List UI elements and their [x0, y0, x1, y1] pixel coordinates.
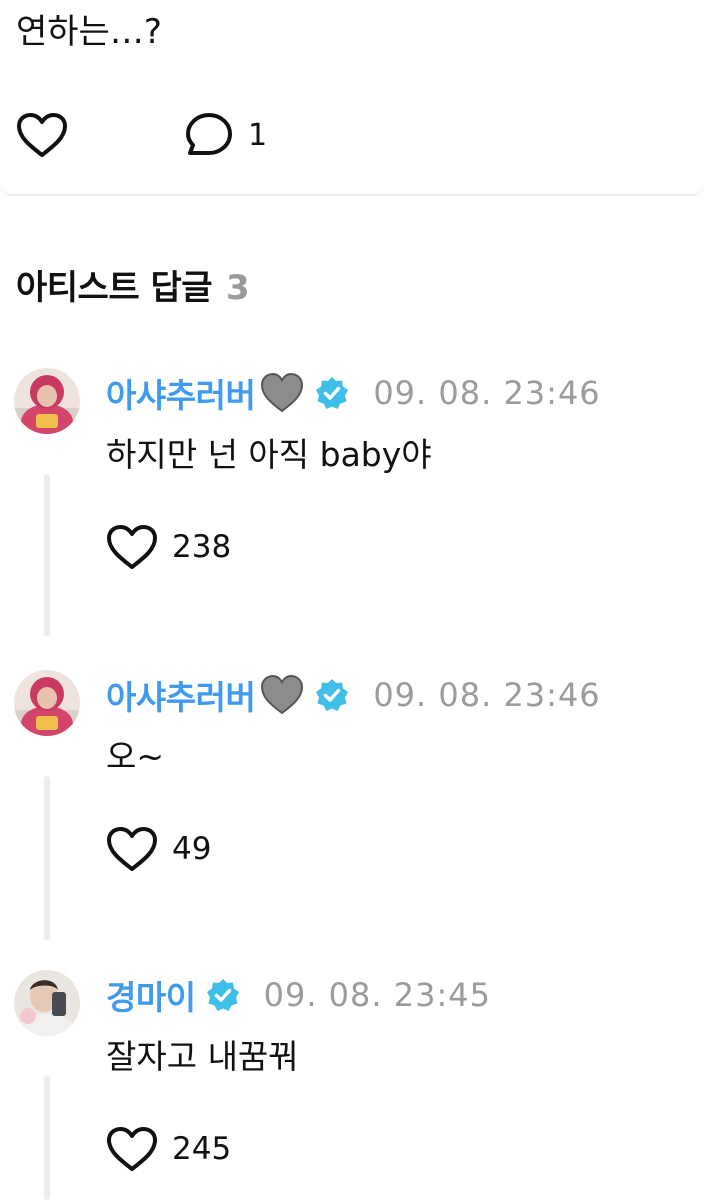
comment-bubble-icon [186, 113, 232, 155]
post-card: 연하는…? 1 [0, 0, 704, 196]
author-name[interactable]: 아샤추러버 [106, 369, 256, 417]
comment-like-button[interactable]: 238 [106, 520, 231, 574]
avatar-image [14, 970, 80, 1036]
avatar[interactable] [14, 670, 80, 736]
post-comment-count: 1 [248, 117, 268, 153]
thread-line [44, 1076, 50, 1200]
comment-like-button[interactable]: 245 [106, 1122, 231, 1176]
comment-timestamp: 09. 08. 23:46 [373, 374, 601, 412]
grey-heart-icon [261, 372, 304, 413]
verified-badge-icon [316, 377, 349, 409]
author-name[interactable]: 아샤추러버 [106, 671, 256, 719]
like-count: 245 [172, 1131, 232, 1167]
post-text: 연하는…? [16, 12, 162, 52]
post-like-button[interactable] [16, 110, 68, 160]
comment-body: 오~ [106, 737, 165, 776]
heart-icon [107, 1127, 157, 1171]
page: 연하는…? 1 아티스트 답글 3 아샤추러버 09. 08. 23:46 하지… [0, 0, 704, 1200]
artist-replies-header: 아티스트 답글 3 [16, 260, 250, 309]
author-name[interactable]: 경마이 [106, 971, 196, 1019]
avatar-image [14, 670, 80, 736]
thread-line [44, 474, 50, 636]
post-comment-button[interactable]: 1 [184, 108, 267, 162]
comment-header: 아샤추러버 09. 08. 23:46 [106, 368, 601, 418]
section-title: 아티스트 답글 [16, 268, 213, 308]
comment-body: 하지만 넌 아직 baby야 [106, 435, 432, 474]
verified-badge-icon [316, 679, 349, 711]
comment-header: 경마이 09. 08. 23:45 [106, 970, 491, 1020]
like-count: 238 [172, 529, 232, 565]
comment-timestamp: 09. 08. 23:46 [373, 676, 601, 714]
section-count: 3 [226, 268, 250, 308]
verified-badge-icon [206, 979, 239, 1011]
comment-timestamp: 09. 08. 23:45 [263, 976, 491, 1014]
comment-header: 아샤추러버 09. 08. 23:46 [106, 670, 601, 720]
heart-icon [107, 827, 157, 871]
heart-icon [107, 525, 157, 569]
thread-line [44, 776, 50, 940]
heart-icon [17, 113, 67, 157]
avatar[interactable] [14, 368, 80, 434]
avatar[interactable] [14, 970, 80, 1036]
like-count: 49 [172, 831, 212, 867]
grey-heart-icon [261, 674, 304, 715]
comment-body: 잘자고 내꿈꿔 [106, 1037, 299, 1076]
comment-like-button[interactable]: 49 [106, 822, 211, 876]
avatar-image [14, 368, 80, 434]
